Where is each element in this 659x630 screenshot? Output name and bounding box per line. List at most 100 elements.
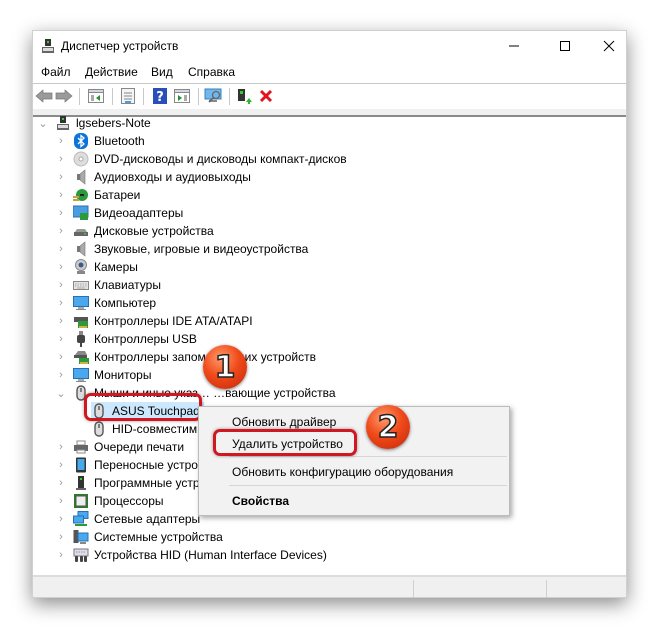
chevron-right-icon[interactable]: › bbox=[55, 495, 67, 507]
chevron-right-icon[interactable]: › bbox=[55, 333, 67, 345]
menu-file[interactable]: Файл bbox=[41, 65, 71, 79]
properties-button[interactable] bbox=[119, 87, 137, 105]
step-1-badge: 1 bbox=[203, 345, 247, 389]
close-icon bbox=[603, 40, 615, 52]
chevron-right-icon[interactable]: › bbox=[55, 279, 67, 291]
tree-root[interactable]: ⌄ lgsebers-Note bbox=[37, 114, 151, 132]
tree-item-display-adapters[interactable]: › Видеоадаптеры bbox=[55, 204, 183, 222]
action-pane-button[interactable] bbox=[173, 87, 191, 105]
maximize-button[interactable] bbox=[542, 31, 588, 61]
tree-item-mice[interactable]: ⌄ Мыши и иные указ… …вающие устройства bbox=[55, 384, 336, 402]
chevron-right-icon[interactable]: › bbox=[55, 531, 67, 543]
tree-item-label: Видеоадаптеры bbox=[94, 206, 184, 220]
context-menu: Обновить драйвер Удалить устройство Обно… bbox=[198, 406, 510, 516]
chevron-right-icon[interactable]: › bbox=[55, 459, 67, 471]
close-button[interactable] bbox=[586, 31, 632, 61]
menu-view[interactable]: Вид bbox=[151, 65, 173, 79]
bluetooth-icon bbox=[73, 133, 89, 149]
tree-item-asus-touchpad[interactable]: ASUS Touchpad bbox=[91, 402, 204, 420]
arrow-left-icon bbox=[35, 89, 53, 103]
tree-item-portable-devices[interactable]: › Переносные устро bbox=[55, 456, 198, 474]
chevron-down-icon[interactable]: ⌄ bbox=[55, 387, 67, 400]
tree-item-storage-controllers[interactable]: › Контроллеры запоминающих устройств bbox=[55, 348, 316, 366]
action-pane-icon bbox=[174, 89, 190, 103]
tree-item-monitors[interactable]: › Мониторы bbox=[55, 366, 151, 384]
tree-item-sound-video[interactable]: › Звуковые, игровые и видеоустройства bbox=[55, 240, 308, 258]
toolbar-separator bbox=[143, 88, 144, 105]
chevron-right-icon[interactable]: › bbox=[55, 441, 67, 453]
help-button[interactable]: ? bbox=[151, 87, 169, 105]
uninstall-device-button[interactable] bbox=[257, 87, 275, 105]
scan-hardware-button[interactable] bbox=[204, 87, 222, 105]
update-driver-button[interactable] bbox=[235, 87, 253, 105]
speaker-icon bbox=[73, 241, 89, 257]
tree-item-software-devices[interactable]: › Программные устр bbox=[55, 474, 200, 492]
monitor-icon bbox=[73, 367, 89, 383]
system-device-icon bbox=[73, 529, 89, 545]
chevron-right-icon[interactable]: › bbox=[55, 261, 67, 273]
menu-action[interactable]: Действие bbox=[85, 65, 138, 79]
context-menu-separator bbox=[229, 456, 507, 457]
tree-item-bluetooth[interactable]: › Bluetooth bbox=[55, 132, 145, 150]
toolbar-separator bbox=[198, 88, 199, 105]
chevron-right-icon[interactable]: › bbox=[55, 513, 67, 525]
tree-item-usb-controllers[interactable]: › Контроллеры USB bbox=[55, 330, 197, 348]
minimize-button[interactable] bbox=[491, 31, 537, 61]
tree-item-hid-mouse[interactable]: HID-совместим bbox=[91, 420, 197, 438]
printer-icon bbox=[73, 439, 89, 455]
chevron-right-icon[interactable]: › bbox=[55, 135, 67, 147]
chevron-right-icon[interactable]: › bbox=[55, 297, 67, 309]
tree-item-network-adapters[interactable]: › Сетевые адаптеры bbox=[55, 510, 200, 528]
toolbar-separator bbox=[229, 88, 230, 105]
chevron-right-icon[interactable]: › bbox=[55, 477, 67, 489]
context-menu-scan-hardware[interactable]: Обновить конфигурацию оборудования bbox=[232, 465, 453, 479]
processor-icon bbox=[73, 493, 89, 509]
tree-item-ide-controllers[interactable]: › Контроллеры IDE ATA/ATAPI bbox=[55, 312, 253, 330]
status-bar bbox=[33, 575, 626, 597]
context-menu-update-driver[interactable]: Обновить драйвер bbox=[232, 415, 336, 429]
forward-button[interactable] bbox=[55, 87, 73, 105]
tree-item-label: Сетевые адаптеры bbox=[94, 512, 201, 526]
tree-item-label: Контроллеры IDE ATA/ATAPI bbox=[94, 314, 253, 328]
tree-item-system-devices[interactable]: › Системные устройства bbox=[55, 528, 223, 546]
chevron-right-icon[interactable]: › bbox=[55, 171, 67, 183]
context-menu-uninstall-device[interactable]: Удалить устройство bbox=[232, 437, 343, 451]
storage-controller-icon bbox=[73, 349, 89, 365]
chevron-right-icon[interactable]: › bbox=[55, 351, 67, 363]
context-menu-properties[interactable]: Свойства bbox=[232, 494, 289, 508]
console-tree-button[interactable] bbox=[87, 87, 105, 105]
tree-item-label: Очереди печати bbox=[94, 440, 185, 454]
mouse-icon bbox=[91, 421, 107, 437]
tree-item-print-queues[interactable]: › Очереди печати bbox=[55, 438, 184, 456]
chevron-right-icon[interactable]: › bbox=[55, 207, 67, 219]
disk-drive-icon bbox=[73, 223, 89, 239]
chevron-right-icon[interactable]: › bbox=[55, 369, 67, 381]
tree-item-audio-io[interactable]: › Аудиовходы и аудиовыходы bbox=[55, 168, 251, 186]
dvd-icon bbox=[73, 151, 89, 167]
tree-item-disk-drives[interactable]: › Дисковые устройства bbox=[55, 222, 214, 240]
tree-item-dvd[interactable]: › DVD-дисководы и дисководы компакт-диск… bbox=[55, 150, 347, 168]
tree-item-batteries[interactable]: › Батареи bbox=[55, 186, 140, 204]
tree-item-hid-devices[interactable]: › Устройства HID (Human Interface Device… bbox=[55, 546, 327, 564]
chevron-right-icon[interactable]: › bbox=[55, 189, 67, 201]
tree-item-computer[interactable]: › Компьютер bbox=[55, 294, 156, 312]
maximize-icon bbox=[560, 41, 570, 51]
tree-item-label: Устройства HID (Human Interface Devices) bbox=[94, 548, 327, 562]
tree-item-label: Мыши и иные указ… …вающие устройства bbox=[94, 386, 336, 400]
chevron-down-icon[interactable]: ⌄ bbox=[37, 117, 49, 130]
console-tree-icon bbox=[88, 89, 104, 103]
tree-item-keyboards[interactable]: › Клавиатуры bbox=[55, 276, 161, 294]
hid-icon bbox=[73, 547, 89, 563]
tree-item-processors[interactable]: › Процессоры bbox=[55, 492, 164, 510]
tree-item-cameras[interactable]: › Камеры bbox=[55, 258, 138, 276]
ide-controller-icon bbox=[73, 313, 89, 329]
back-button[interactable] bbox=[35, 87, 53, 105]
menu-help[interactable]: Справка bbox=[188, 65, 235, 79]
tree-item-label: Батареи bbox=[94, 188, 141, 202]
chevron-right-icon[interactable]: › bbox=[55, 153, 67, 165]
chevron-right-icon[interactable]: › bbox=[55, 549, 67, 561]
chevron-right-icon[interactable]: › bbox=[55, 225, 67, 237]
chevron-right-icon[interactable]: › bbox=[55, 243, 67, 255]
scan-hardware-icon bbox=[204, 88, 222, 103]
chevron-right-icon[interactable]: › bbox=[55, 315, 67, 327]
